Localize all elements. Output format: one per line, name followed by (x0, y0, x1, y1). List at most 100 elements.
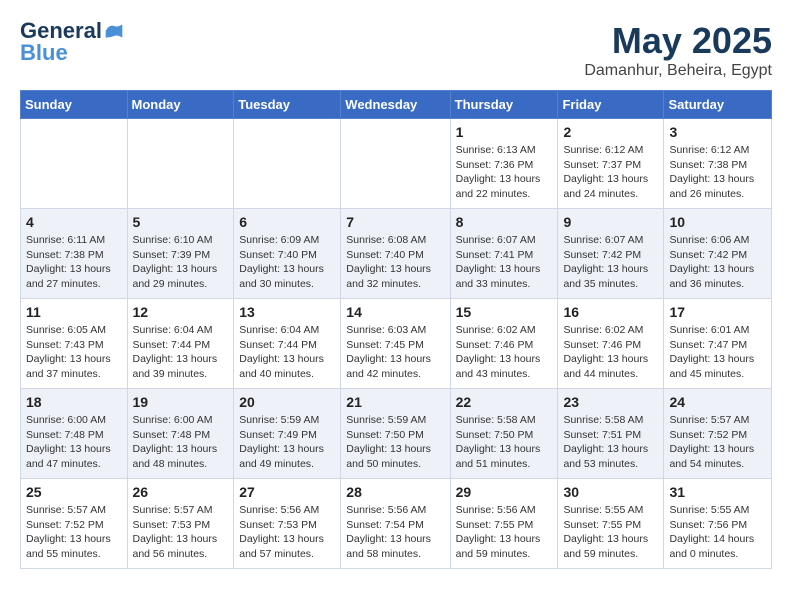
logo-icon (104, 21, 124, 41)
logo-text: General (20, 20, 102, 42)
day-number: 18 (26, 394, 122, 410)
calendar-day-cell: 18 Sunrise: 6:00 AM Sunset: 7:48 PM Dayli… (21, 389, 128, 479)
page-header: General Blue May 2025 Damanhur, Beheira,… (20, 20, 772, 80)
calendar-day-cell: 5 Sunrise: 6:10 AM Sunset: 7:39 PM Daylig… (127, 209, 234, 299)
calendar-day-cell: 15 Sunrise: 6:02 AM Sunset: 7:46 PM Dayli… (450, 299, 558, 389)
calendar-day-cell: 9 Sunrise: 6:07 AM Sunset: 7:42 PM Daylig… (558, 209, 664, 299)
day-number: 27 (239, 484, 335, 500)
day-info: Sunrise: 5:59 AM Sunset: 7:49 PM Dayligh… (239, 413, 335, 472)
day-number: 22 (456, 394, 553, 410)
calendar-day-cell: 26 Sunrise: 5:57 AM Sunset: 7:53 PM Dayli… (127, 479, 234, 569)
logo: General Blue (20, 20, 124, 65)
day-number: 17 (669, 304, 766, 320)
calendar-day-cell: 13 Sunrise: 6:04 AM Sunset: 7:44 PM Dayli… (234, 299, 341, 389)
weekday-header: Sunday (21, 91, 128, 119)
calendar-day-cell: 2 Sunrise: 6:12 AM Sunset: 7:37 PM Daylig… (558, 119, 664, 209)
day-number: 15 (456, 304, 553, 320)
day-info: Sunrise: 5:55 AM Sunset: 7:55 PM Dayligh… (563, 503, 658, 562)
day-info: Sunrise: 6:02 AM Sunset: 7:46 PM Dayligh… (456, 323, 553, 382)
calendar-day-cell: 1Sunrise: 6:13 AM Sunset: 7:36 PM Daylig… (450, 119, 558, 209)
day-info: Sunrise: 6:09 AM Sunset: 7:40 PM Dayligh… (239, 233, 335, 292)
day-number: 24 (669, 394, 766, 410)
month-title: May 2025 (584, 20, 772, 62)
day-info: Sunrise: 5:57 AM Sunset: 7:53 PM Dayligh… (133, 503, 229, 562)
calendar-day-cell: 20Sunrise: 5:59 AM Sunset: 7:49 PM Dayli… (234, 389, 341, 479)
title-section: May 2025 Damanhur, Beheira, Egypt (584, 20, 772, 80)
calendar-day-cell: 29 Sunrise: 5:56 AM Sunset: 7:55 PM Dayli… (450, 479, 558, 569)
calendar-day-cell: 4Sunrise: 6:11 AM Sunset: 7:38 PM Daylig… (21, 209, 128, 299)
calendar-day-cell: 6 Sunrise: 6:09 AM Sunset: 7:40 PM Daylig… (234, 209, 341, 299)
calendar-day-cell: 16 Sunrise: 6:02 AM Sunset: 7:46 PM Dayli… (558, 299, 664, 389)
calendar-day-cell: 21Sunrise: 5:59 AM Sunset: 7:50 PM Dayli… (341, 389, 450, 479)
day-info: Sunrise: 6:11 AM Sunset: 7:38 PM Dayligh… (26, 233, 122, 292)
day-number: 23 (563, 394, 658, 410)
day-number: 16 (563, 304, 658, 320)
day-number: 7 (346, 214, 444, 230)
day-number: 9 (563, 214, 658, 230)
weekday-header: Tuesday (234, 91, 341, 119)
day-info: Sunrise: 5:56 AM Sunset: 7:55 PM Dayligh… (456, 503, 553, 562)
calendar-day-cell: 28 Sunrise: 5:56 AM Sunset: 7:54 PM Dayli… (341, 479, 450, 569)
day-number: 8 (456, 214, 553, 230)
weekday-header: Thursday (450, 91, 558, 119)
day-number: 19 (133, 394, 229, 410)
calendar-day-cell: 30 Sunrise: 5:55 AM Sunset: 7:55 PM Dayli… (558, 479, 664, 569)
day-number: 28 (346, 484, 444, 500)
day-number: 11 (26, 304, 122, 320)
calendar-week-row: 18 Sunrise: 6:00 AM Sunset: 7:48 PM Dayli… (21, 389, 772, 479)
day-info: Sunrise: 6:07 AM Sunset: 7:42 PM Dayligh… (563, 233, 658, 292)
day-info: Sunrise: 6:04 AM Sunset: 7:44 PM Dayligh… (239, 323, 335, 382)
day-info: Sunrise: 6:03 AM Sunset: 7:45 PM Dayligh… (346, 323, 444, 382)
calendar-table: SundayMondayTuesdayWednesdayThursdayFrid… (20, 90, 772, 569)
day-info: Sunrise: 6:00 AM Sunset: 7:48 PM Dayligh… (26, 413, 122, 472)
calendar-week-row: 1Sunrise: 6:13 AM Sunset: 7:36 PM Daylig… (21, 119, 772, 209)
day-info: Sunrise: 6:13 AM Sunset: 7:36 PM Dayligh… (456, 143, 553, 202)
calendar-day-cell: 23 Sunrise: 5:58 AM Sunset: 7:51 PM Dayli… (558, 389, 664, 479)
day-number: 2 (563, 124, 658, 140)
weekday-header: Wednesday (341, 91, 450, 119)
day-number: 29 (456, 484, 553, 500)
day-number: 6 (239, 214, 335, 230)
day-info: Sunrise: 6:00 AM Sunset: 7:48 PM Dayligh… (133, 413, 229, 472)
calendar-day-cell: 27 Sunrise: 5:56 AM Sunset: 7:53 PM Dayli… (234, 479, 341, 569)
day-info: Sunrise: 5:55 AM Sunset: 7:56 PM Dayligh… (669, 503, 766, 562)
calendar-day-cell: 17Sunrise: 6:01 AM Sunset: 7:47 PM Dayli… (664, 299, 772, 389)
day-number: 26 (133, 484, 229, 500)
calendar-day-cell: 11Sunrise: 6:05 AM Sunset: 7:43 PM Dayli… (21, 299, 128, 389)
day-info: Sunrise: 6:06 AM Sunset: 7:42 PM Dayligh… (669, 233, 766, 292)
calendar-day-cell: 7 Sunrise: 6:08 AM Sunset: 7:40 PM Daylig… (341, 209, 450, 299)
calendar-day-cell: 31Sunrise: 5:55 AM Sunset: 7:56 PM Dayli… (664, 479, 772, 569)
day-number: 3 (669, 124, 766, 140)
day-info: Sunrise: 5:56 AM Sunset: 7:54 PM Dayligh… (346, 503, 444, 562)
empty-cell (21, 119, 128, 209)
day-info: Sunrise: 6:08 AM Sunset: 7:40 PM Dayligh… (346, 233, 444, 292)
empty-cell (127, 119, 234, 209)
location: Damanhur, Beheira, Egypt (584, 62, 772, 80)
calendar-day-cell: 8 Sunrise: 6:07 AM Sunset: 7:41 PM Daylig… (450, 209, 558, 299)
calendar-day-cell: 19 Sunrise: 6:00 AM Sunset: 7:48 PM Dayli… (127, 389, 234, 479)
calendar-day-cell: 12Sunrise: 6:04 AM Sunset: 7:44 PM Dayli… (127, 299, 234, 389)
weekday-header-row: SundayMondayTuesdayWednesdayThursdayFrid… (21, 91, 772, 119)
day-info: Sunrise: 5:58 AM Sunset: 7:51 PM Dayligh… (563, 413, 658, 472)
day-info: Sunrise: 6:10 AM Sunset: 7:39 PM Dayligh… (133, 233, 229, 292)
calendar-day-cell: 3Sunrise: 6:12 AM Sunset: 7:38 PM Daylig… (664, 119, 772, 209)
day-info: Sunrise: 5:56 AM Sunset: 7:53 PM Dayligh… (239, 503, 335, 562)
weekday-header: Monday (127, 91, 234, 119)
day-info: Sunrise: 5:59 AM Sunset: 7:50 PM Dayligh… (346, 413, 444, 472)
day-info: Sunrise: 6:02 AM Sunset: 7:46 PM Dayligh… (563, 323, 658, 382)
day-number: 14 (346, 304, 444, 320)
weekday-header: Friday (558, 91, 664, 119)
day-number: 12 (133, 304, 229, 320)
day-info: Sunrise: 5:57 AM Sunset: 7:52 PM Dayligh… (669, 413, 766, 472)
day-number: 13 (239, 304, 335, 320)
calendar-day-cell: 25Sunrise: 5:57 AM Sunset: 7:52 PM Dayli… (21, 479, 128, 569)
day-info: Sunrise: 6:12 AM Sunset: 7:37 PM Dayligh… (563, 143, 658, 202)
calendar-day-cell: 10Sunrise: 6:06 AM Sunset: 7:42 PM Dayli… (664, 209, 772, 299)
empty-cell (341, 119, 450, 209)
day-info: Sunrise: 6:07 AM Sunset: 7:41 PM Dayligh… (456, 233, 553, 292)
weekday-header: Saturday (664, 91, 772, 119)
calendar-day-cell: 22Sunrise: 5:58 AM Sunset: 7:50 PM Dayli… (450, 389, 558, 479)
day-number: 5 (133, 214, 229, 230)
empty-cell (234, 119, 341, 209)
day-number: 30 (563, 484, 658, 500)
